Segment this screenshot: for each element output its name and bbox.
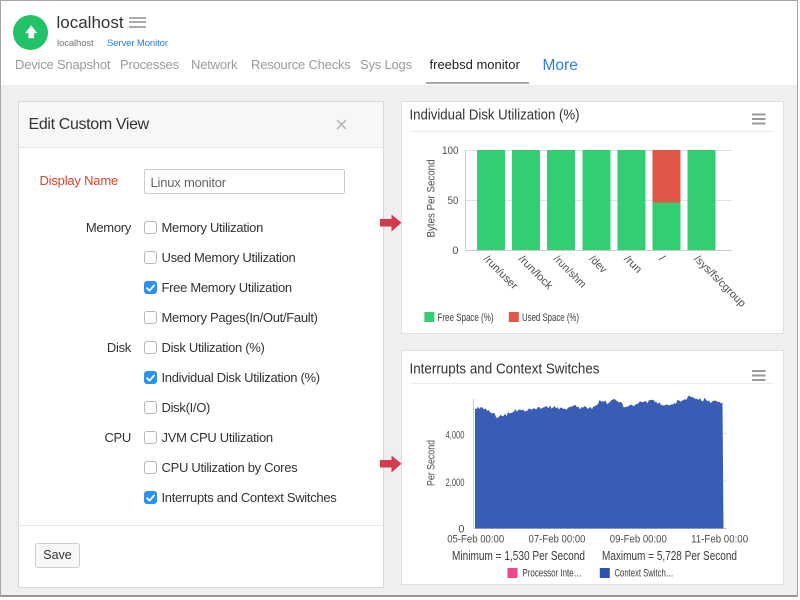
- svg-text:/run/lock: /run/lock: [516, 253, 555, 292]
- svg-text:/sys/fs/cgroup: /sys/fs/cgroup: [691, 253, 748, 310]
- svg-text:Used Space (%): Used Space (%): [522, 312, 579, 324]
- svg-text:Minimum = 1,530 Per Second: Minimum = 1,530 Per Second: [452, 548, 585, 563]
- svg-text:/dev: /dev: [586, 253, 609, 276]
- svg-text:Individual Disk Utilization (%: Individual Disk Utilization (%): [410, 107, 580, 124]
- svg-text:Free Space (%): Free Space (%): [438, 312, 494, 324]
- svg-text:/run/shm: /run/shm: [551, 253, 588, 290]
- svg-text:4,000: 4,000: [446, 430, 465, 442]
- svg-text:Interrupts and Context Switche: Interrupts and Context Switches: [410, 361, 600, 378]
- svg-text:07-Feb 00:00: 07-Feb 00:00: [529, 534, 586, 546]
- svg-text:Maximum = 5,728 Per Second: Maximum = 5,728 Per Second: [602, 548, 737, 563]
- svg-text:05-Feb 00:00: 05-Feb 00:00: [447, 534, 504, 546]
- svg-text:Per Second: Per Second: [426, 440, 438, 486]
- svg-text:Context Switch…: Context Switch…: [615, 568, 674, 580]
- svg-text:09-Feb 00:00: 09-Feb 00:00: [610, 534, 667, 546]
- svg-text:11-Feb 00:00: 11-Feb 00:00: [691, 534, 748, 546]
- svg-text:2,000: 2,000: [446, 477, 465, 489]
- svg-text:Bytes Per Second: Bytes Per Second: [426, 160, 438, 238]
- svg-text:/run/user: /run/user: [481, 253, 520, 292]
- svg-text:/: /: [656, 253, 667, 264]
- svg-text:50: 50: [448, 195, 459, 207]
- svg-text:Processor Inte…: Processor Inte…: [523, 568, 582, 580]
- svg-text:0: 0: [452, 245, 458, 257]
- svg-text:100: 100: [442, 145, 459, 157]
- svg-text:/run: /run: [621, 253, 644, 276]
